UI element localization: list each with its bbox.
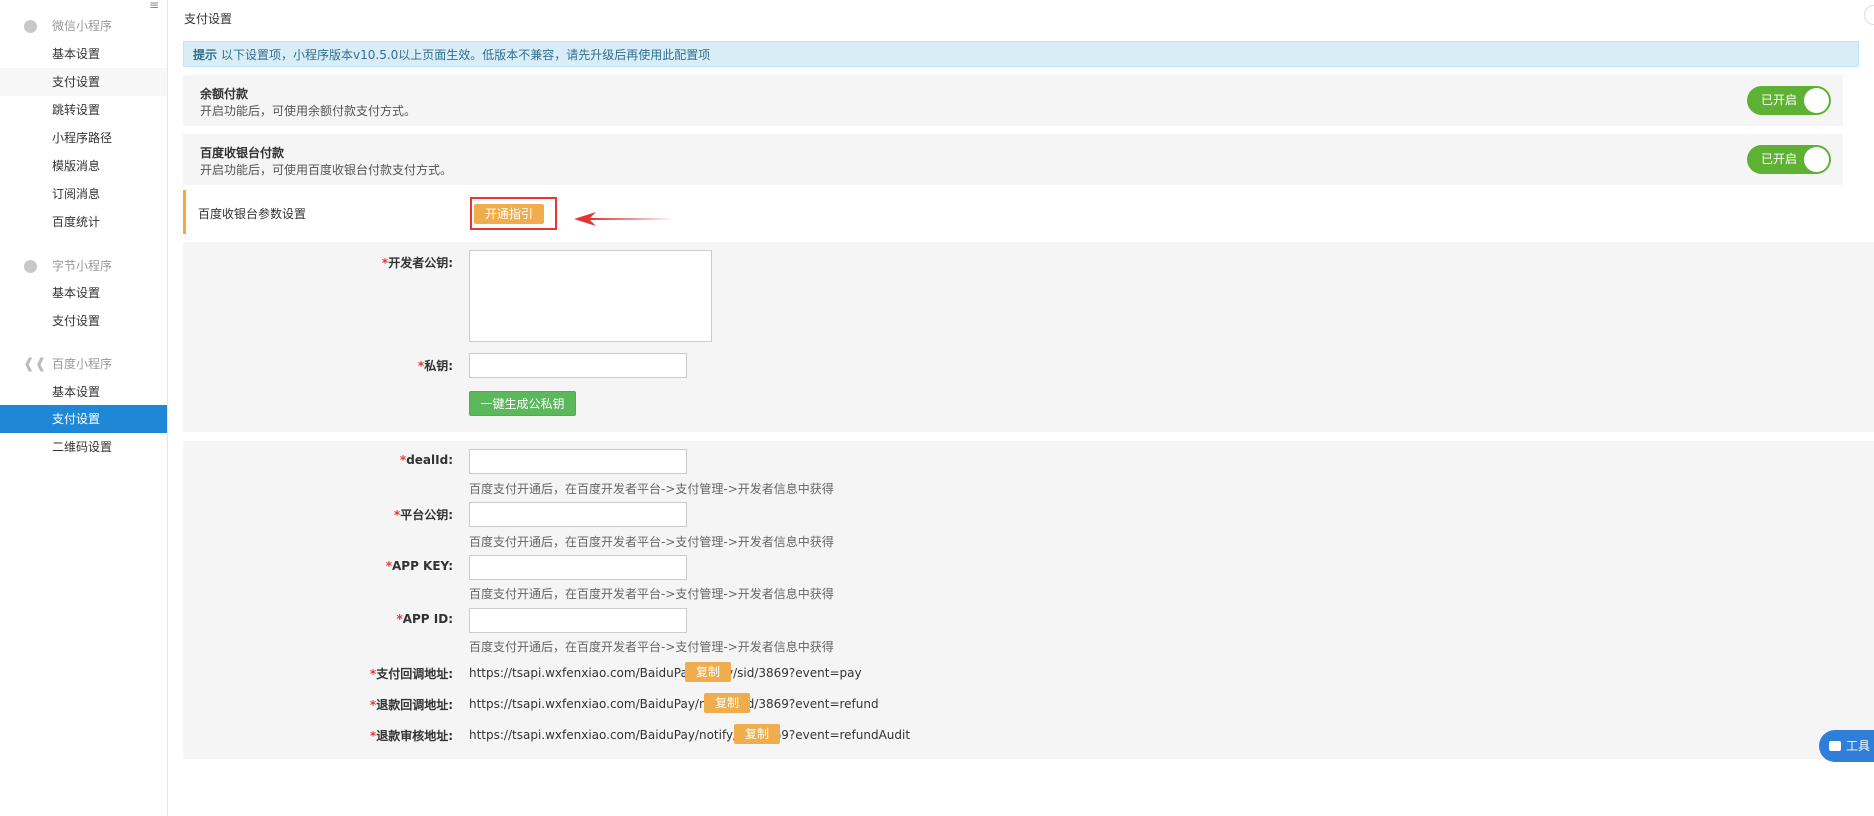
annotation-arrow-icon: [574, 212, 674, 226]
setting-title: 百度收银台付款: [200, 146, 285, 160]
toolbox-label: 工具箱: [1846, 739, 1871, 785]
copy-refund-audit-button[interactable]: 复制: [734, 724, 781, 744]
sidebar-item-baidu-basic[interactable]: 基本设置: [0, 378, 167, 406]
baidu-mini-program-icon: ❰❰: [23, 356, 47, 372]
refund-audit-url: https://tsapi.wxfenxiao.com/BaiduPay/not…: [469, 728, 911, 742]
dealid-input[interactable]: [469, 449, 687, 474]
pay-callback-label: *支付回调地址:: [369, 667, 453, 681]
pay-callback-url: https://tsapi.wxfenxiao.com/BaiduPay/not…: [469, 666, 862, 680]
setting-desc: 开启功能后，可使用百度收银台付款支付方式。: [200, 163, 453, 177]
param-section-label: 百度收银台参数设置: [198, 207, 307, 221]
sidebar-item-wechat-subscribe[interactable]: 订阅消息: [0, 180, 167, 208]
tip-text: 以下设置项，小程序版本v10.5.0以上页面生效。低版本不兼容，请先升级后再使用…: [221, 48, 711, 62]
sidebar-group-label: 百度小程序: [52, 357, 113, 371]
setting-desc: 开启功能后，可使用余额付款支付方式。: [200, 104, 417, 118]
platform-public-key-help: 百度支付开通后，在百度开发者平台->支付管理->开发者信息中获得: [469, 535, 834, 549]
sidebar-item-bytedance-payment[interactable]: 支付设置: [0, 307, 167, 335]
wechat-mini-program-icon: [24, 20, 37, 33]
app-key-help: 百度支付开通后，在百度开发者平台->支付管理->开发者信息中获得: [469, 587, 834, 601]
sidebar-item-wechat-redirect[interactable]: 跳转设置: [0, 96, 167, 124]
platform-public-key-input[interactable]: [469, 502, 687, 527]
app-id-help: 百度支付开通后，在百度开发者平台->支付管理->开发者信息中获得: [469, 640, 834, 654]
copy-pay-callback-button[interactable]: 复制: [685, 662, 732, 682]
sidebar-group-label: 微信小程序: [52, 19, 113, 33]
app-key-label: *APP KEY:: [385, 559, 453, 573]
sidebar-item-wechat-basic[interactable]: 基本设置: [0, 40, 167, 68]
baidu-cashier-toggle[interactable]: 已开启: [1747, 145, 1831, 174]
param-section-header: 百度收银台参数设置: [183, 190, 483, 234]
copy-refund-callback-button[interactable]: 复制: [704, 693, 751, 713]
toggle-knob: [1804, 147, 1829, 172]
sidebar-item-wechat-baidu-stats[interactable]: 百度统计: [0, 208, 167, 236]
toggle-knob: [1804, 88, 1829, 113]
toggle-label: 已开启: [1761, 93, 1798, 107]
menu-toggle-icon[interactable]: ≡: [149, 0, 161, 11]
sidebar-item-bytedance-basic[interactable]: 基本设置: [0, 279, 167, 307]
sidebar-group-wechat[interactable]: 微信小程序: [0, 14, 167, 38]
sidebar-item-baidu-payment[interactable]: 支付设置: [0, 405, 167, 433]
private-key-label: *私钥:: [417, 359, 453, 373]
setting-baidu-cashier-payment: 百度收银台付款 开启功能后，可使用百度收银台付款支付方式。 已开启: [183, 134, 1843, 185]
open-guide-button[interactable]: 开通指引: [474, 204, 544, 224]
page-title: 支付设置: [184, 12, 233, 26]
bytedance-mini-program-icon: [24, 260, 37, 273]
sidebar-group-bytedance[interactable]: 字节小程序: [0, 254, 167, 278]
tip-alert: 提示 以下设置项，小程序版本v10.5.0以上页面生效。低版本不兼容，请先升级后再…: [183, 41, 1859, 67]
app-id-input[interactable]: [469, 608, 687, 633]
setting-title: 余额付款: [200, 87, 249, 101]
public-key-label: *开发者公钥:: [381, 256, 453, 270]
app-key-input[interactable]: [469, 555, 687, 580]
toolbox-button[interactable]: 工具箱: [1819, 730, 1874, 785]
dealid-help: 百度支付开通后，在百度开发者平台->支付管理->开发者信息中获得: [469, 482, 834, 496]
balance-payment-toggle[interactable]: 已开启: [1747, 86, 1831, 115]
sidebar-item-wechat-path[interactable]: 小程序路径: [0, 124, 167, 152]
briefcase-icon: [1829, 741, 1841, 751]
refund-callback-label: *退款回调地址:: [369, 698, 453, 712]
refund-audit-label: *退款审核地址:: [369, 729, 453, 743]
refund-callback-url: https://tsapi.wxfenxiao.com/BaiduPay/not…: [469, 697, 879, 711]
toggle-label: 已开启: [1761, 152, 1798, 166]
sidebar: ≡ 微信小程序 基本设置 支付设置 跳转设置 小程序路径 模版消息 订阅消息 百…: [0, 0, 168, 816]
sidebar-item-wechat-template[interactable]: 模版消息: [0, 152, 167, 180]
platform-public-key-label: *平台公钥:: [393, 508, 453, 522]
private-key-input[interactable]: [469, 353, 687, 378]
public-key-textarea[interactable]: [469, 250, 712, 342]
app-id-label: *APP ID:: [396, 612, 453, 626]
sidebar-item-baidu-qrcode[interactable]: 二维码设置: [0, 433, 167, 461]
main-content: 支付设置 提示 以下设置项，小程序版本v10.5.0以上页面生效。低版本不兼容，请…: [168, 0, 1874, 816]
tip-prefix: 提示: [193, 48, 218, 62]
generate-keys-button[interactable]: 一键生成公私钥: [469, 391, 576, 416]
sidebar-group-label: 字节小程序: [52, 259, 113, 273]
setting-balance-payment: 余额付款 开启功能后，可使用余额付款支付方式。 已开启: [183, 75, 1843, 126]
sidebar-group-baidu[interactable]: ❰❰ 百度小程序: [0, 352, 167, 376]
dealid-label: *dealId:: [399, 453, 453, 467]
sidebar-item-wechat-payment[interactable]: 支付设置: [0, 68, 167, 96]
